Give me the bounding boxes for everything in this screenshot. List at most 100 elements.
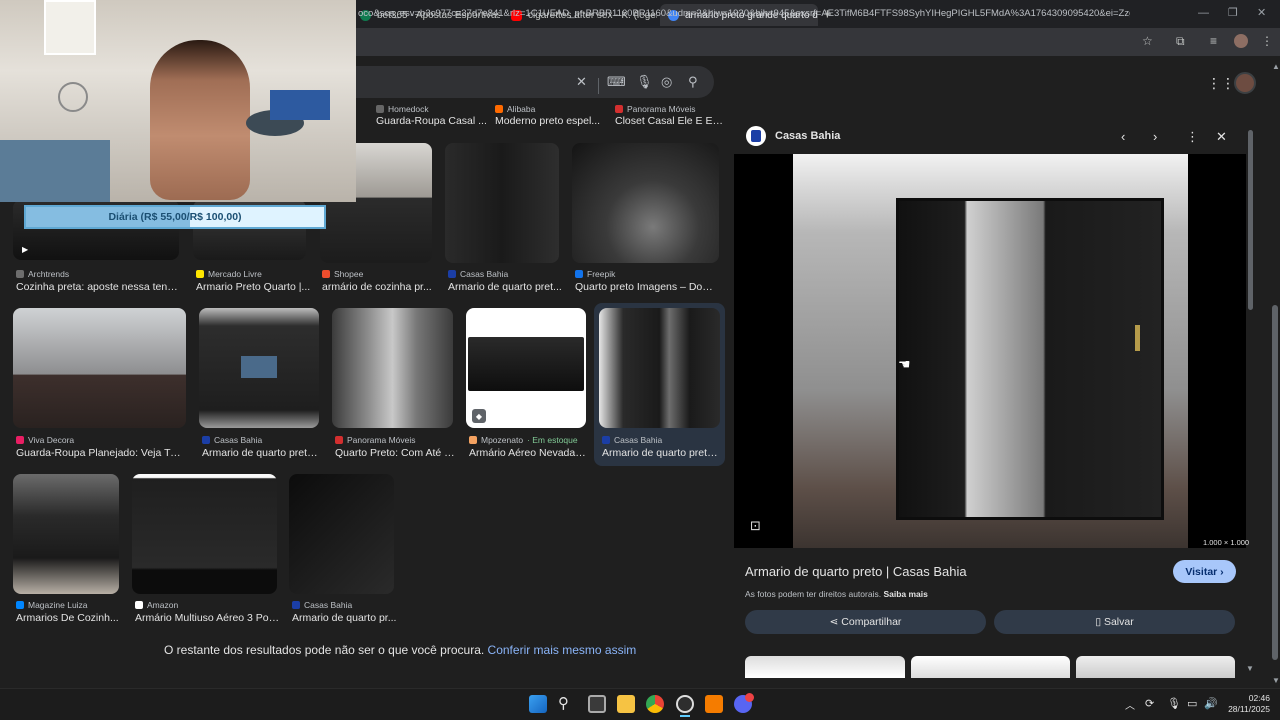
result-source: Mercado Livre xyxy=(196,269,262,279)
sync-icon[interactable]: ⟳ xyxy=(1145,697,1154,710)
clock-date: 28/11/2025 xyxy=(1228,704,1270,714)
clear-search-icon[interactable]: ✕ xyxy=(576,74,587,90)
result-thumbnail[interactable] xyxy=(332,308,453,428)
related-image[interactable] xyxy=(1076,656,1235,678)
notification-badge xyxy=(745,693,754,702)
save-button[interactable]: ▯ Salvar xyxy=(994,610,1235,634)
result-source: Amazon xyxy=(135,600,178,610)
more-options-icon[interactable]: ⋮ xyxy=(1186,129,1199,145)
result-caption[interactable]: Armario Preto Quarto |... xyxy=(196,281,311,293)
source-favicon-icon xyxy=(335,436,343,444)
url-field[interactable]: oco&sca_esv=b3c977ca37d7e841&rlz=1C1UEAD… xyxy=(358,8,1130,19)
lens-search-icon[interactable]: ⊡ xyxy=(750,518,761,534)
result-thumbnail-selected[interactable] xyxy=(599,308,720,428)
apps-grid-icon[interactable]: ⋮⋮ xyxy=(1207,75,1235,92)
account-avatar[interactable] xyxy=(1234,72,1256,94)
result-caption[interactable]: Armario de quarto preto ... xyxy=(202,447,320,459)
result-caption[interactable]: Armário Multiuso Aéreo 3 Port... xyxy=(135,612,280,624)
maximize-icon[interactable]: ❐ xyxy=(1228,6,1238,19)
result-caption[interactable]: Moderno preto espel... xyxy=(495,115,607,127)
related-image[interactable] xyxy=(911,656,1070,678)
active-app-indicator xyxy=(680,715,690,717)
result-caption[interactable]: Armario de quarto pret... xyxy=(448,281,563,293)
lens-icon[interactable]: ◎ xyxy=(661,74,672,90)
more-results-link[interactable]: Conferir mais mesmo assim xyxy=(488,643,637,657)
result-source: Mpozenato · Em estoque xyxy=(469,435,578,445)
streamer-figure xyxy=(150,40,250,200)
start-windows-icon[interactable] xyxy=(529,695,547,713)
panel-title[interactable]: Armario de quarto preto | Casas Bahia xyxy=(745,564,967,579)
tray-overflow-icon[interactable]: ︿ xyxy=(1125,697,1135,712)
result-source: Archtrends xyxy=(16,269,69,279)
obs-icon[interactable] xyxy=(676,695,694,713)
source-favicon-icon xyxy=(448,270,456,278)
result-thumbnail[interactable] xyxy=(13,474,119,594)
result-thumbnail[interactable] xyxy=(572,143,719,263)
minimize-icon[interactable]: — xyxy=(1198,7,1209,19)
more-results-notice: O restante dos resultados pode não ser o… xyxy=(164,643,636,657)
next-image-icon[interactable]: › xyxy=(1153,129,1157,144)
close-panel-icon[interactable]: ✕ xyxy=(1216,129,1227,145)
chrome-taskbar-icon[interactable] xyxy=(646,695,664,713)
panel-site-name[interactable]: Casas Bahia xyxy=(775,130,840,142)
scroll-up-icon[interactable]: ▲ xyxy=(1272,62,1280,71)
panel-scrollbar-thumb[interactable] xyxy=(1248,130,1253,310)
related-image[interactable] xyxy=(745,656,905,678)
taskbar-search-icon[interactable]: ⚲ xyxy=(558,694,569,712)
result-caption[interactable]: Armarios De Cozinh... xyxy=(16,612,124,624)
result-caption[interactable]: Armario de quarto preto ... xyxy=(602,447,718,459)
cabinet-shape xyxy=(468,337,584,391)
result-caption[interactable]: Quarto Preto: Com Até 5... xyxy=(335,447,455,459)
network-icon[interactable]: ▭ xyxy=(1187,697,1197,710)
scroll-down-icon[interactable]: ▼ xyxy=(1246,664,1254,673)
casas-bahia-logo xyxy=(746,126,766,146)
source-favicon-icon xyxy=(202,436,210,444)
learn-more-link[interactable]: Saiba mais xyxy=(883,589,927,599)
wall-poster xyxy=(44,0,96,55)
task-view-icon[interactable] xyxy=(588,695,606,713)
extensions-icon[interactable]: ⧉ xyxy=(1176,34,1185,49)
result-caption[interactable]: Closet Casal Ele E El... xyxy=(615,115,723,127)
share-button[interactable]: ⋖ Compartilhar xyxy=(745,610,986,634)
source-favicon-icon xyxy=(16,270,24,278)
result-thumbnail[interactable] xyxy=(132,474,277,594)
result-thumbnail[interactable] xyxy=(445,143,559,263)
windows-taskbar xyxy=(0,688,1280,720)
clock[interactable]: 02:46 28/11/2025 xyxy=(1226,693,1270,715)
previous-image-icon[interactable]: ‹ xyxy=(1121,129,1125,144)
bookmark-star-icon[interactable]: ☆ xyxy=(1142,34,1153,48)
page-scrollbar-thumb[interactable] xyxy=(1272,305,1278,660)
result-source: Panorama Móveis xyxy=(615,104,696,114)
result-thumbnail[interactable] xyxy=(13,308,186,428)
wall-clock xyxy=(58,82,88,112)
media-icon[interactable]: ≡ xyxy=(1210,34,1217,48)
microphone-icon[interactable]: 🎙 xyxy=(1167,697,1181,710)
menu-icon[interactable]: ⋮ xyxy=(1261,34,1273,48)
scroll-down-icon[interactable]: ▼ xyxy=(1272,676,1280,685)
file-explorer-icon[interactable] xyxy=(617,695,635,713)
result-thumbnail[interactable] xyxy=(289,474,394,594)
result-caption[interactable]: Quarto preto Imagens – Downl... xyxy=(575,281,720,293)
volume-icon[interactable]: 🔊 xyxy=(1204,697,1218,710)
mic-icon[interactable]: 🎙 xyxy=(636,74,653,90)
close-window-icon[interactable]: ✕ xyxy=(1257,6,1266,19)
result-caption[interactable]: Armário Aéreo Nevada c... xyxy=(469,447,587,459)
copyright-text: As fotos podem ter direitos autorais. xyxy=(745,589,882,599)
result-caption[interactable]: Cozinha preta: aposte nessa tendê... xyxy=(16,281,181,293)
profile-avatar[interactable] xyxy=(1234,34,1248,48)
result-caption[interactable]: Guarda-Roupa Casal ... xyxy=(376,115,488,127)
keyboard-icon[interactable]: ⌨ xyxy=(607,74,626,90)
visit-button[interactable]: Visitar › xyxy=(1173,560,1236,583)
result-caption[interactable]: Armario de quarto pr... xyxy=(292,612,397,624)
result-caption[interactable]: Guarda-Roupa Planejado: Veja Tudo... xyxy=(16,447,186,459)
tv-screen xyxy=(241,356,277,378)
hand-cursor-icon: ☚ xyxy=(898,356,911,372)
result-caption[interactable]: armário de cozinha pr... xyxy=(322,281,437,293)
result-source: Panorama Móveis xyxy=(335,435,416,445)
search-icon[interactable]: ⚲ xyxy=(688,74,698,90)
app-icon[interactable] xyxy=(705,695,723,713)
source-favicon-icon xyxy=(602,436,610,444)
bed xyxy=(0,140,110,202)
daily-goal-label: Diária (R$ 55,00/R$ 100,00) xyxy=(108,211,242,223)
image-dimensions: 1.000 × 1.000 xyxy=(1203,538,1250,547)
